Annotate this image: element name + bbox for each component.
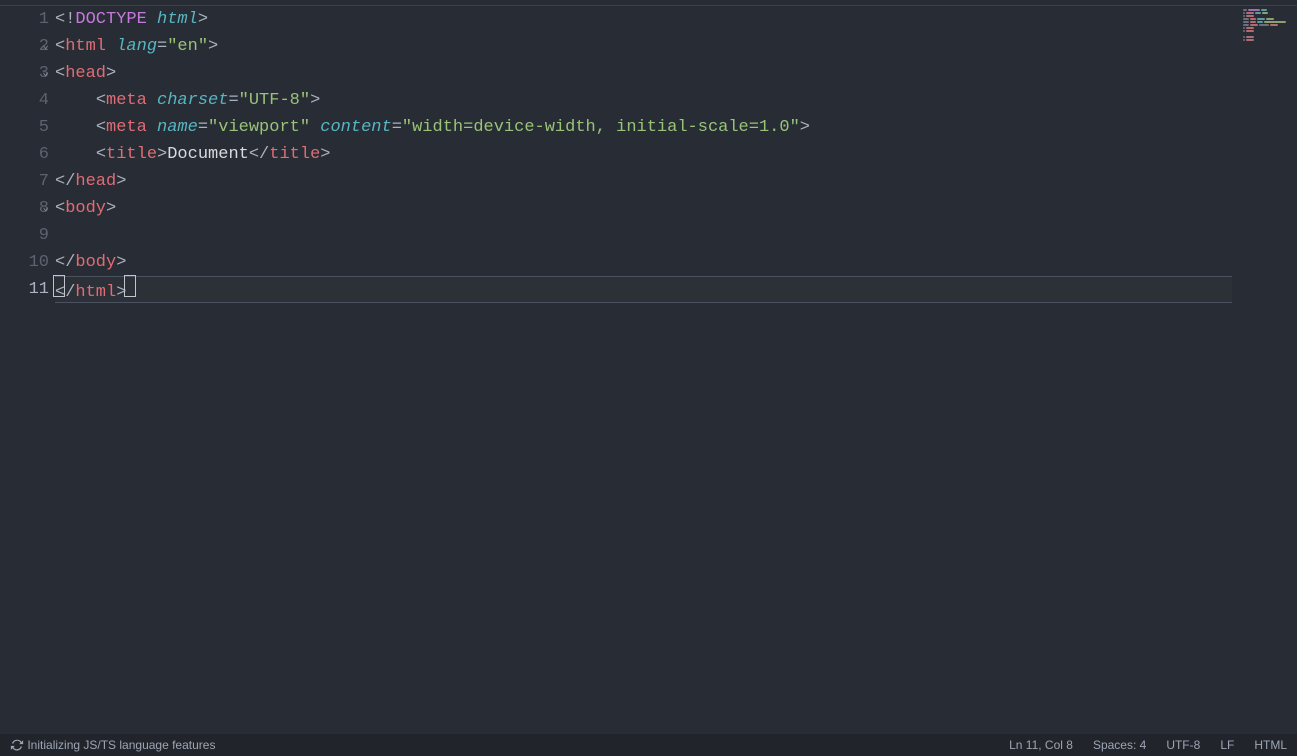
encoding-status[interactable]: UTF-8 [1162, 738, 1204, 752]
selection-box [54, 276, 64, 296]
code-token: DOCTYPE [75, 10, 146, 29]
fold-gutter[interactable]: ⌄⌄⌄⌄⌄⌄⌄⌄⌄⌄⌄ [36, 6, 55, 734]
code-token: html [157, 10, 198, 29]
code-line[interactable]: <head> [55, 60, 1232, 87]
code-token: < [96, 145, 106, 164]
code-token: </ [55, 172, 75, 191]
code-token: > [106, 64, 116, 83]
code-token: > [157, 145, 167, 164]
code-token: </ [249, 145, 269, 164]
code-line[interactable]: </html> [55, 276, 1232, 303]
code-token [106, 37, 116, 56]
code-token: = [157, 37, 167, 56]
code-line[interactable]: <body> [55, 195, 1232, 222]
code-token: </ [55, 253, 75, 272]
code-line[interactable]: <!DOCTYPE html> [55, 6, 1232, 33]
code-token: Document [167, 145, 249, 164]
code-token: head [75, 172, 116, 191]
fold-chevron-icon[interactable]: ⌄ [36, 33, 55, 60]
code-token: = [392, 118, 402, 137]
code-line[interactable]: </body> [55, 249, 1232, 276]
code-token: < [55, 199, 65, 218]
code-token: body [75, 253, 116, 272]
code-token: > [116, 253, 126, 272]
code-token: > [208, 37, 218, 56]
code-content[interactable]: <!DOCTYPE html><html lang="en"><head> <m… [55, 6, 1232, 734]
code-line[interactable]: <meta name="viewport" content="width=dev… [55, 114, 1232, 141]
minimap[interactable] [1239, 6, 1297, 734]
code-token: < [55, 37, 65, 56]
code-token: name [157, 118, 198, 137]
code-token: > [116, 172, 126, 191]
code-token: < [55, 64, 65, 83]
code-token: meta [106, 91, 147, 110]
code-token: html [65, 37, 106, 56]
code-token: "en" [167, 37, 208, 56]
code-token: body [65, 199, 106, 218]
fold-chevron-icon[interactable]: ⌄ [36, 195, 55, 222]
code-token: title [269, 145, 320, 164]
fold-chevron-icon[interactable]: ⌄ [36, 60, 55, 87]
code-token: > [310, 91, 320, 110]
init-text: Initializing JS/TS language features [27, 738, 215, 752]
code-token: lang [116, 37, 157, 56]
code-token: charset [157, 91, 228, 110]
code-token: content [320, 118, 391, 137]
code-token: > [106, 199, 116, 218]
code-token: "viewport" [208, 118, 310, 137]
code-token: "UTF-8" [239, 91, 310, 110]
code-token: title [106, 145, 157, 164]
text-cursor [125, 276, 135, 296]
cursor-position[interactable]: Ln 11, Col 8 [1005, 738, 1077, 752]
code-token [310, 118, 320, 137]
code-token [147, 118, 157, 137]
eol-status[interactable]: LF [1216, 738, 1238, 752]
code-token: < [96, 118, 106, 137]
code-line[interactable]: <html lang="en"> [55, 33, 1232, 60]
status-bar-right: Ln 11, Col 8 Spaces: 4 UTF-8 LF HTML [1005, 738, 1291, 752]
sync-status[interactable]: Initializing JS/TS language features [6, 738, 219, 753]
code-token [147, 91, 157, 110]
sync-icon [10, 738, 24, 752]
code-token: < [96, 91, 106, 110]
editor-area[interactable]: 1234567891011 ⌄⌄⌄⌄⌄⌄⌄⌄⌄⌄⌄ <!DOCTYPE html… [0, 6, 1297, 734]
code-token: > [198, 10, 208, 29]
status-bar-left: Initializing JS/TS language features [6, 738, 219, 753]
code-token: head [65, 64, 106, 83]
code-line[interactable]: </head> [55, 168, 1232, 195]
code-line[interactable]: <meta charset="UTF-8"> [55, 87, 1232, 114]
code-line[interactable] [55, 222, 1232, 249]
code-token: = [228, 91, 238, 110]
code-line[interactable]: <title>Document</title> [55, 141, 1232, 168]
code-token: html [75, 283, 116, 302]
code-token: > [320, 145, 330, 164]
code-token: <! [55, 10, 75, 29]
language-mode[interactable]: HTML [1250, 738, 1291, 752]
indentation-status[interactable]: Spaces: 4 [1089, 738, 1150, 752]
code-token: = [198, 118, 208, 137]
code-token [147, 10, 157, 29]
code-token: meta [106, 118, 147, 137]
code-token: "width=device-width, initial-scale=1.0" [402, 118, 800, 137]
status-bar: Initializing JS/TS language features Ln … [0, 734, 1297, 756]
code-token: > [800, 118, 810, 137]
